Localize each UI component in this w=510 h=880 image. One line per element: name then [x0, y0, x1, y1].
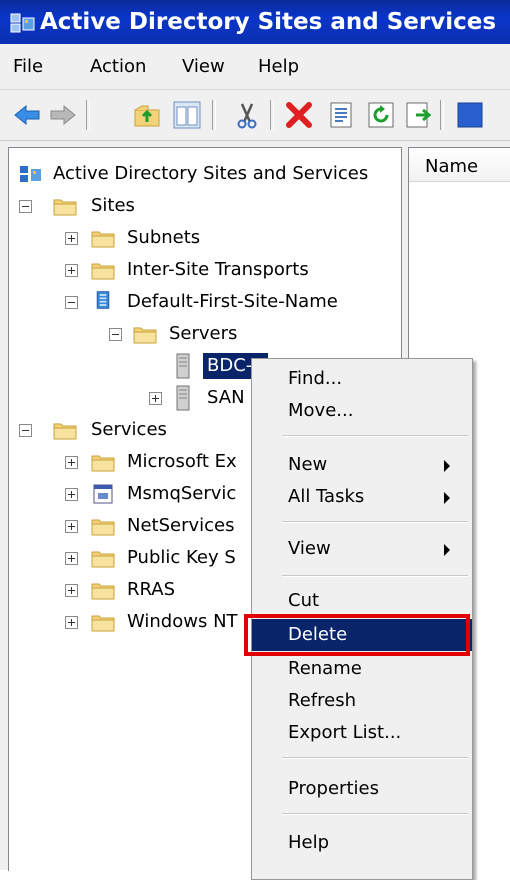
show-hide-tree-icon[interactable] [172, 100, 202, 130]
menu-item-new[interactable]: New [252, 449, 472, 481]
folder-icon [133, 327, 157, 344]
tree-label: Default-First-Site-Name [127, 291, 338, 312]
menu-separator [282, 575, 468, 577]
back-arrow-icon[interactable] [12, 100, 42, 130]
expand-icon[interactable] [65, 456, 78, 469]
tree-node-default-site[interactable]: Default-First-Site-Name [9, 286, 399, 318]
menu-separator [282, 435, 468, 437]
tree-label: Servers [169, 323, 238, 344]
folder-icon [91, 583, 115, 600]
submenu-arrow-icon [444, 544, 450, 556]
collapse-icon[interactable] [109, 328, 122, 341]
title-bar: Active Directory Sites and Services [0, 0, 510, 44]
collapse-icon[interactable] [19, 424, 32, 437]
tree-label: Subnets [127, 227, 201, 248]
delete-highlight-box [244, 614, 470, 656]
expand-icon[interactable] [65, 232, 78, 245]
menu-item-refresh[interactable]: Refresh [252, 685, 472, 717]
expand-icon[interactable] [65, 584, 78, 597]
folder-icon [91, 231, 115, 248]
msmq-icon [93, 484, 113, 504]
expand-icon[interactable] [65, 264, 78, 277]
server-icon [176, 353, 190, 379]
menu-bar: File Action View Help [0, 44, 510, 90]
folder-icon [91, 551, 115, 568]
server-icon [176, 385, 190, 411]
menu-separator [282, 757, 468, 759]
tree-label: MsmqServic [127, 483, 237, 504]
toolbar-separator [270, 100, 274, 130]
window-title: Active Directory Sites and Services [40, 9, 497, 35]
forward-arrow-icon[interactable] [48, 100, 78, 130]
tree-node-inter-site-transports[interactable]: Inter-Site Transports [9, 254, 399, 286]
sites-services-icon [10, 13, 35, 33]
expand-icon[interactable] [65, 552, 78, 565]
tree-label: Inter-Site Transports [127, 259, 309, 280]
expand-icon[interactable] [65, 520, 78, 533]
expand-icon[interactable] [65, 488, 78, 501]
folder-icon [53, 423, 77, 440]
menu-file[interactable]: File [13, 44, 43, 89]
tree-node-sites[interactable]: Sites [9, 190, 399, 222]
cut-icon[interactable] [232, 100, 262, 130]
export-list-icon[interactable] [404, 100, 434, 130]
folder-icon [91, 455, 115, 472]
site-building-icon [96, 291, 110, 309]
toolbar [0, 90, 510, 141]
expand-icon[interactable] [65, 616, 78, 629]
toolbar-separator [440, 100, 444, 130]
properties-icon[interactable] [326, 100, 356, 130]
menu-separator [282, 521, 468, 523]
menu-item-help[interactable]: Help [252, 827, 472, 859]
collapse-icon[interactable] [65, 296, 78, 309]
tree-label: SAN [207, 387, 245, 408]
tree-label: NetServices [127, 515, 235, 536]
help-icon[interactable] [455, 100, 485, 130]
menu-item-all-tasks[interactable]: All Tasks [252, 481, 472, 513]
column-header-name[interactable]: Name [409, 148, 510, 182]
menu-item-move[interactable]: Move... [252, 395, 472, 427]
menu-action[interactable]: Action [90, 44, 146, 89]
menu-separator [282, 813, 468, 815]
folder-icon [91, 519, 115, 536]
sites-services-icon [20, 166, 41, 182]
tree-node-subnets[interactable]: Subnets [9, 222, 399, 254]
toolbar-separator [212, 100, 216, 130]
menu-item-view[interactable]: View [252, 533, 472, 565]
folder-icon [91, 615, 115, 632]
menu-item-properties[interactable]: Properties [252, 773, 472, 805]
tree-label: Windows NT [127, 611, 238, 632]
expand-icon[interactable] [149, 392, 162, 405]
toolbar-separator [86, 100, 90, 130]
folder-icon [91, 263, 115, 280]
tree-label: Services [91, 419, 167, 440]
tree-label: Active Directory Sites and Services [53, 163, 369, 184]
up-folder-icon[interactable] [132, 100, 162, 130]
collapse-icon[interactable] [19, 200, 32, 213]
tree-label: RRAS [127, 579, 176, 600]
tree-label: Sites [91, 195, 135, 216]
menu-item-rename[interactable]: Rename [252, 653, 472, 685]
folder-icon [53, 199, 77, 216]
refresh-icon[interactable] [366, 100, 396, 130]
submenu-arrow-icon [444, 460, 450, 472]
menu-item-cut[interactable]: Cut [252, 585, 472, 617]
tree-label: Public Key S [127, 547, 236, 568]
menu-item-find[interactable]: Find... [252, 363, 472, 395]
tree-label: Microsoft Ex [127, 451, 237, 472]
submenu-arrow-icon [444, 492, 450, 504]
tree-node-root[interactable]: Active Directory Sites and Services [9, 158, 399, 190]
menu-view[interactable]: View [182, 44, 225, 89]
menu-item-export-list[interactable]: Export List... [252, 717, 472, 749]
tree-node-servers[interactable]: Servers [9, 318, 399, 350]
menu-help[interactable]: Help [258, 44, 299, 89]
delete-x-icon[interactable] [284, 100, 314, 130]
